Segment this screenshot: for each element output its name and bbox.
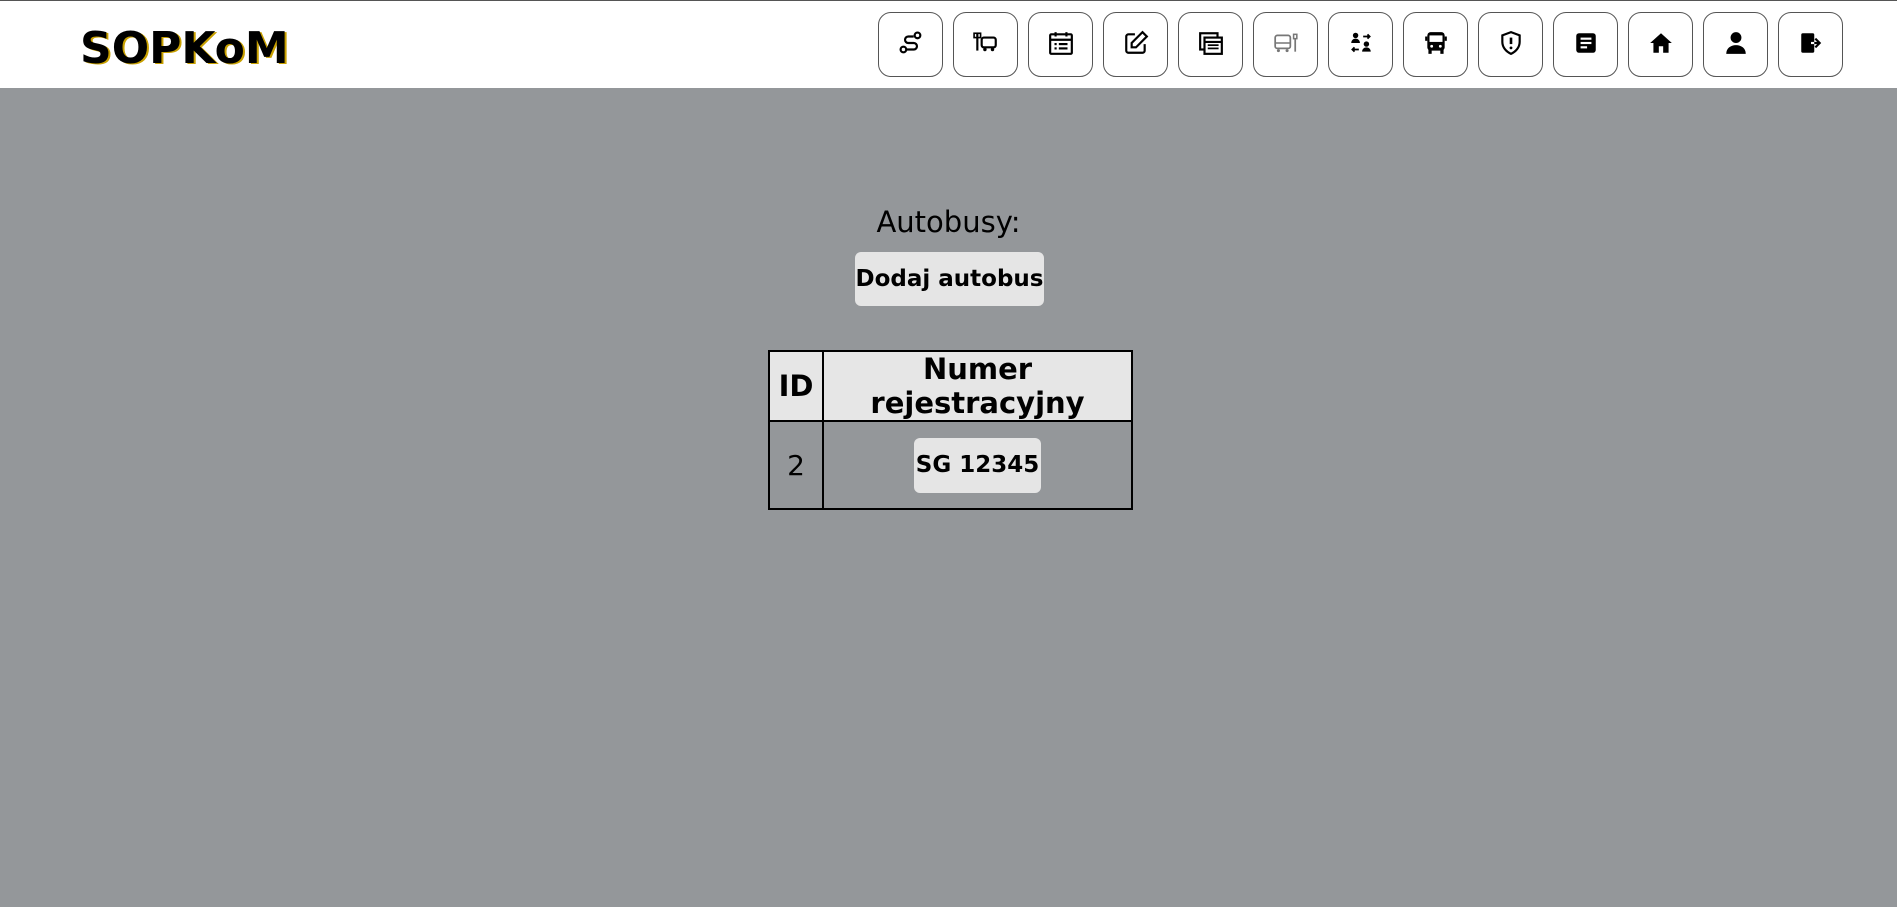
route-icon — [898, 30, 924, 60]
calendar-list-icon — [1048, 30, 1074, 60]
document-icon — [1573, 30, 1599, 60]
home-icon — [1648, 30, 1674, 60]
schedules-icon — [1198, 30, 1224, 60]
buses-table: ID Numer rejestracyjny 2 SG 12345 — [768, 350, 1133, 510]
nav-button-routes[interactable] — [878, 12, 943, 77]
table-header-row: ID Numer rejestracyjny — [768, 350, 1133, 422]
column-header-registration: Numer rejestracyjny — [822, 350, 1133, 422]
logout-icon — [1798, 30, 1824, 60]
drivers-swap-icon — [1348, 30, 1374, 60]
bus-icon — [1423, 30, 1449, 60]
nav-button-documents[interactable] — [1553, 12, 1618, 77]
edit-icon — [1123, 30, 1149, 60]
nav-button-calendar[interactable] — [1028, 12, 1093, 77]
nav-button-edit[interactable] — [1103, 12, 1168, 77]
user-icon — [1723, 30, 1749, 60]
top-navbar: SOPKoM — [0, 0, 1897, 88]
nav-button-bus-stops-edit[interactable] — [953, 12, 1018, 77]
nav-button-security[interactable] — [1478, 12, 1543, 77]
nav-button-profile[interactable] — [1703, 12, 1768, 77]
nav-button-schedules[interactable] — [1178, 12, 1243, 77]
nav-button-group — [878, 12, 1843, 77]
bus-registration-cell: SG 12345 — [822, 420, 1133, 510]
add-bus-button[interactable]: Dodaj autobus — [855, 252, 1044, 306]
nav-button-bus-stops[interactable] — [1253, 12, 1318, 77]
column-header-id: ID — [768, 350, 824, 422]
bus-stop-icon — [1273, 30, 1299, 60]
nav-button-drivers[interactable] — [1328, 12, 1393, 77]
bus-stop-edit-icon — [972, 30, 999, 60]
bus-registration-button[interactable]: SG 12345 — [914, 437, 1041, 493]
nav-button-logout[interactable] — [1778, 12, 1843, 77]
table-row: 2 SG 12345 — [768, 420, 1133, 510]
page-title: Autobusy: — [876, 205, 1021, 239]
shield-alert-icon — [1498, 30, 1524, 60]
bus-id-cell: 2 — [768, 420, 824, 510]
nav-button-buses[interactable] — [1403, 12, 1468, 77]
app-logo[interactable]: SOPKoM — [80, 21, 289, 77]
nav-button-home[interactable] — [1628, 12, 1693, 77]
